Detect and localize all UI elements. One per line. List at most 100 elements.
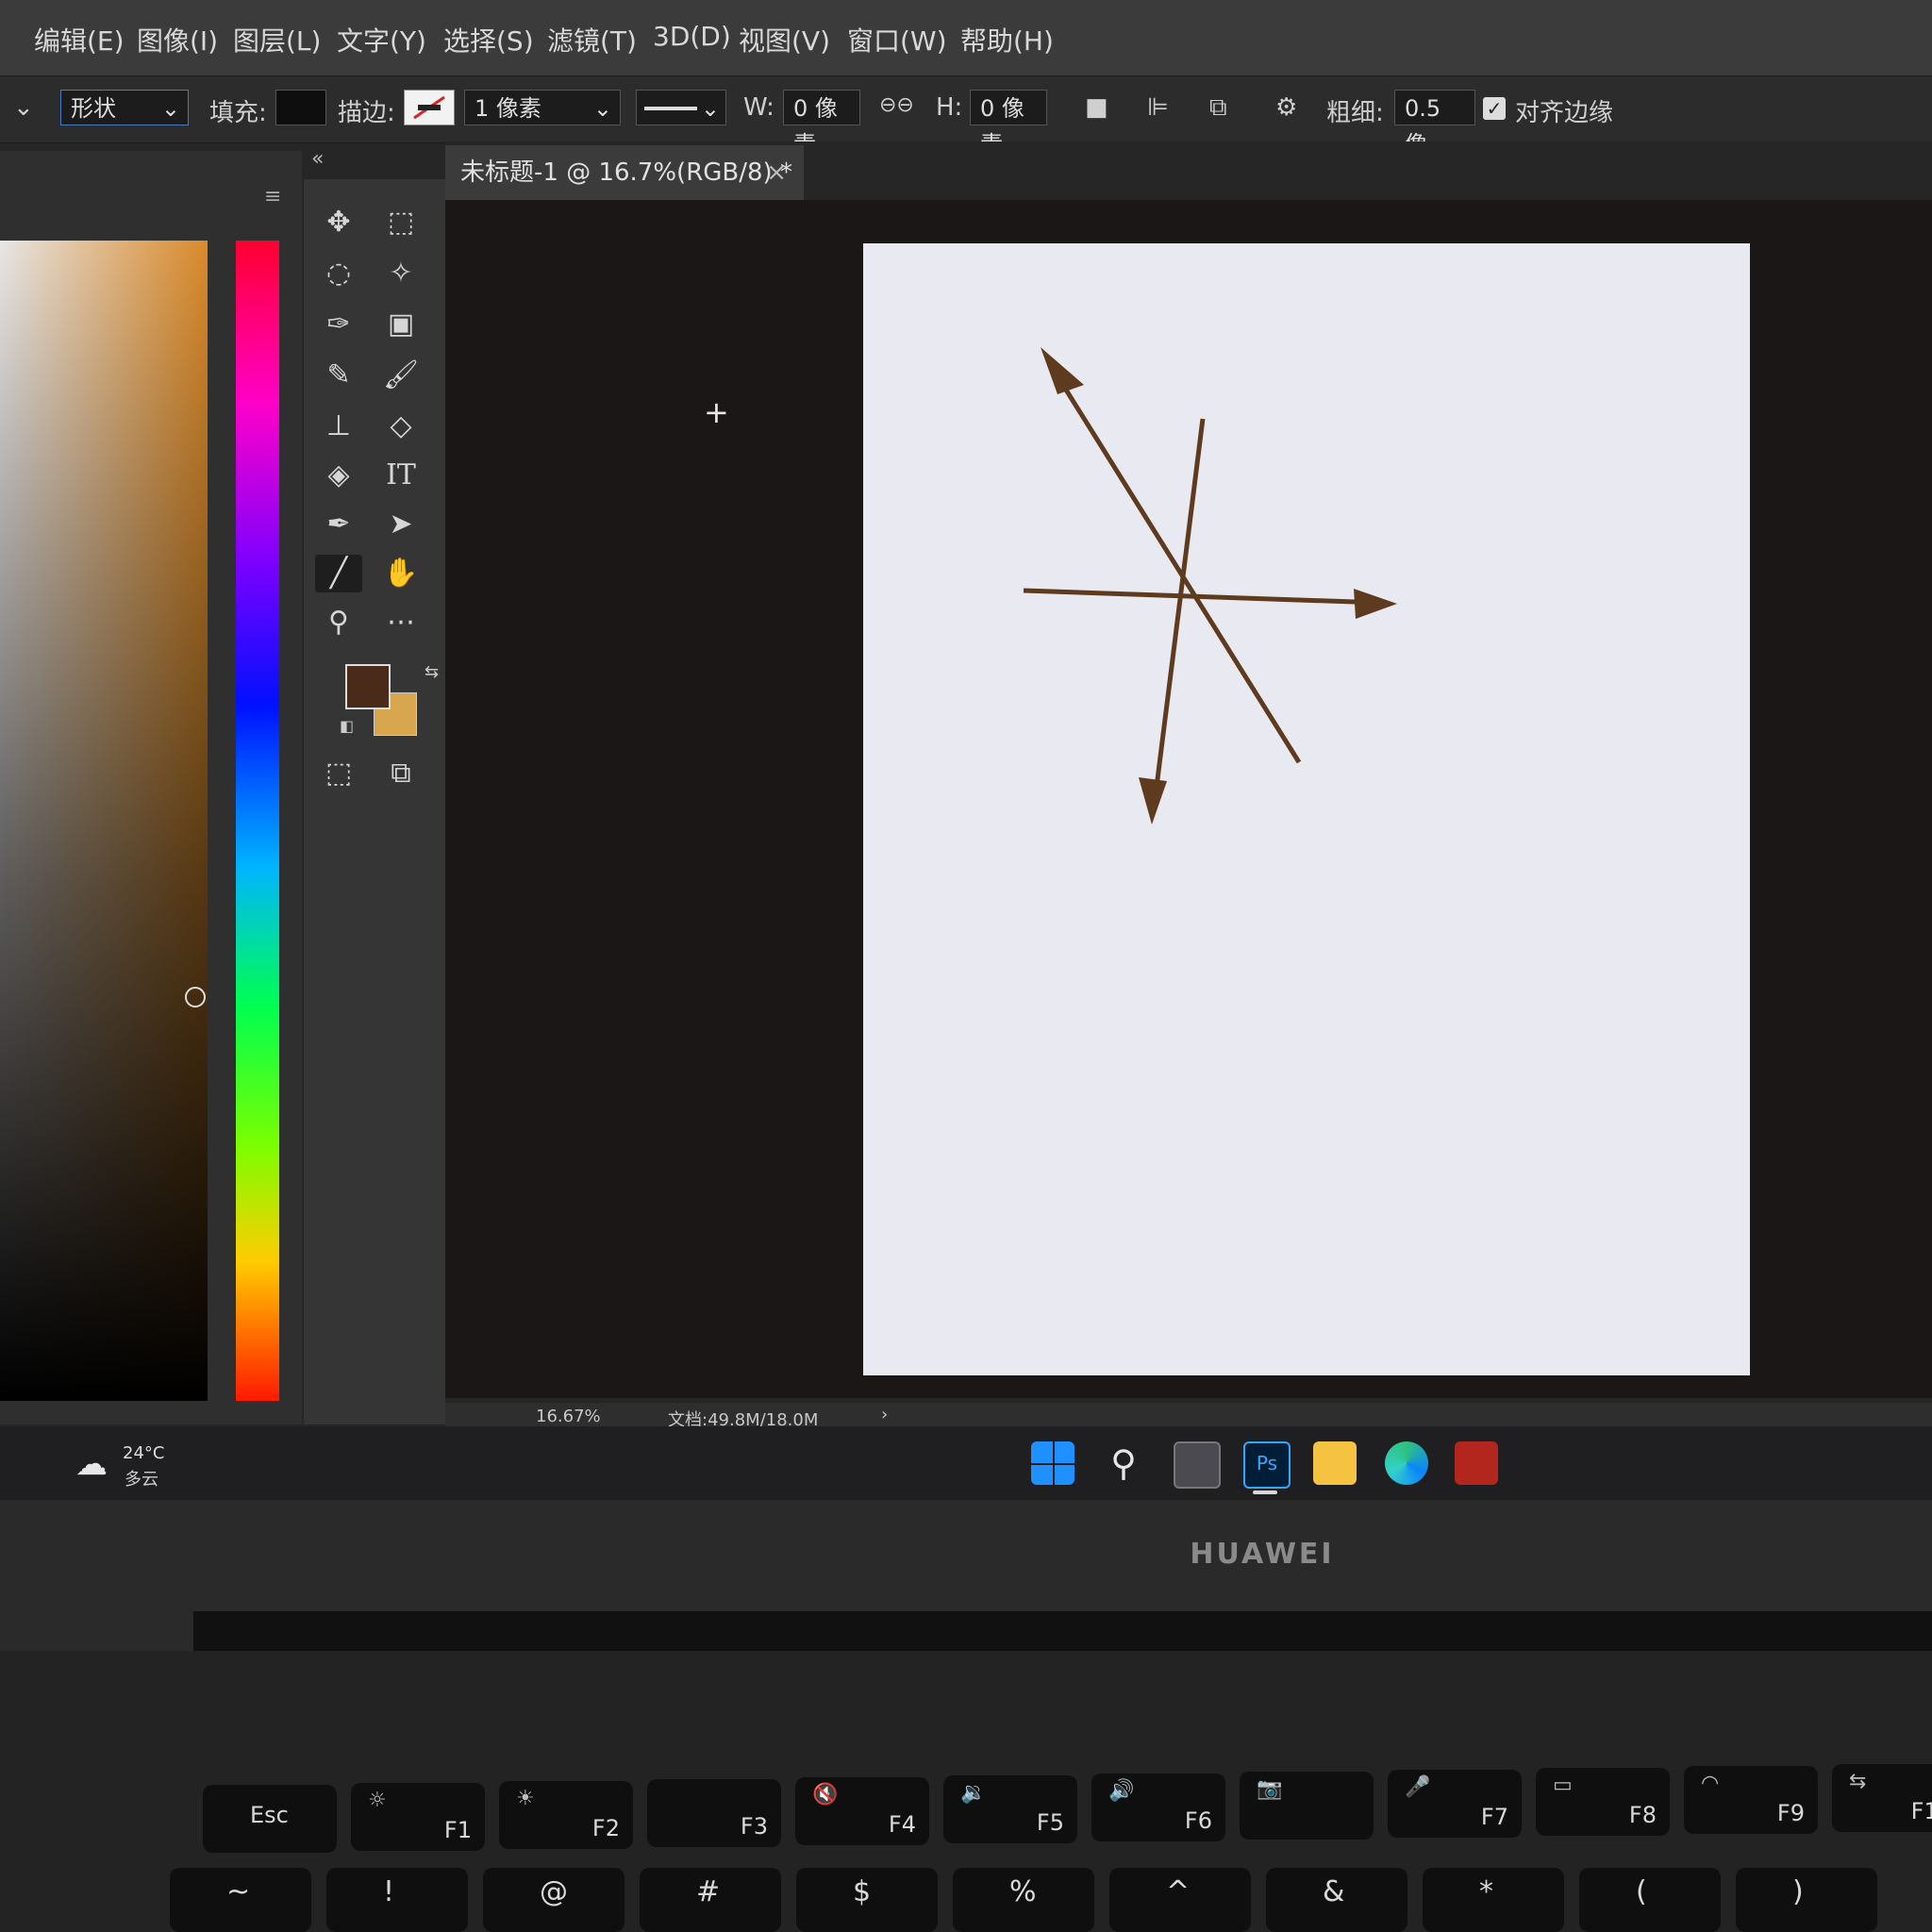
menu-window[interactable]: 窗口(W): [847, 21, 947, 58]
acrobat-icon[interactable]: [1455, 1441, 1498, 1485]
key-f3[interactable]: F3: [647, 1779, 781, 1847]
screen-mode-icon[interactable]: ⧉: [377, 755, 425, 792]
menu-3d[interactable]: 3D(D): [653, 21, 731, 52]
path-selection-icon[interactable]: ➤: [377, 506, 425, 543]
key-f9[interactable]: ◠ F9: [1684, 1766, 1818, 1834]
hue-slider[interactable]: [236, 241, 279, 1401]
document-tab[interactable]: 未标题-1 @ 16.7%(RGB/8) * ×: [445, 145, 804, 200]
lasso-tool-icon[interactable]: ◌: [315, 255, 362, 292]
document-tab-bar: 未标题-1 @ 16.7%(RGB/8) * ×: [445, 142, 1932, 200]
foreground-color-swatch[interactable]: [345, 664, 391, 709]
default-colors-icon[interactable]: ◧: [340, 717, 354, 735]
menu-filter[interactable]: 滤镜(T): [547, 21, 637, 58]
clone-stamp-icon[interactable]: ⊥: [315, 408, 362, 445]
key-f1[interactable]: ☼ F1: [351, 1783, 485, 1851]
key-label: F8: [1628, 1802, 1657, 1828]
stroke-width-input[interactable]: 1 像素 ⌄: [464, 90, 621, 125]
pen-tool-icon[interactable]: ✒: [315, 506, 362, 543]
menu-edit[interactable]: 编辑(E): [34, 21, 125, 58]
fill-swatch[interactable]: [275, 90, 326, 125]
link-icon[interactable]: ⊖⊖: [879, 93, 914, 117]
stroke-swatch[interactable]: [404, 90, 455, 125]
key-number-row[interactable]: $: [796, 1868, 938, 1932]
key-esc[interactable]: Esc: [203, 1785, 337, 1853]
key-label: F5: [1036, 1809, 1064, 1836]
menu-help[interactable]: 帮助(H): [960, 21, 1054, 58]
line-tool-icon[interactable]: ╱: [315, 555, 362, 592]
zoom-level[interactable]: 16.67%: [536, 1407, 601, 1426]
tool-mode-select[interactable]: 形状 ⌄: [60, 90, 189, 125]
key-camera[interactable]: 📷: [1240, 1772, 1374, 1840]
brush-tool-icon[interactable]: 🖌: [377, 357, 425, 394]
weight-input[interactable]: 0.5 像: [1394, 90, 1475, 158]
key-number-row[interactable]: ^: [1109, 1868, 1251, 1932]
gear-icon[interactable]: ⚙: [1275, 93, 1297, 122]
eraser-tool-icon[interactable]: ◇: [377, 408, 425, 445]
weather-desc[interactable]: 多云: [125, 1466, 158, 1491]
paint-bucket-icon[interactable]: ◈: [315, 457, 362, 494]
key-number-row[interactable]: *: [1423, 1868, 1564, 1932]
key-f8[interactable]: ▭ F8: [1536, 1768, 1670, 1836]
key-f4[interactable]: 🔇 F4: [795, 1777, 929, 1845]
align-edges-checkbox[interactable]: ✓: [1483, 97, 1506, 120]
key-icon: ⇆: [1849, 1770, 1867, 1793]
menu-select[interactable]: 选择(S): [443, 21, 534, 58]
key-number-row[interactable]: ~: [170, 1868, 311, 1932]
key-f10[interactable]: ⇆ F10: [1832, 1764, 1932, 1832]
key-number-row[interactable]: &: [1266, 1868, 1407, 1932]
height-input[interactable]: 0 像素: [970, 90, 1047, 158]
status-expand-icon[interactable]: ›: [881, 1405, 888, 1424]
path-alignment-icon[interactable]: ⊫: [1147, 93, 1169, 122]
move-tool-icon[interactable]: ✥: [315, 204, 362, 242]
width-input[interactable]: 0 像素: [783, 90, 860, 158]
menu-view[interactable]: 视图(V): [739, 21, 830, 58]
marquee-tool-icon[interactable]: ⬚: [377, 204, 425, 242]
no-stroke-icon: [413, 95, 445, 120]
key-icon: 📷: [1257, 1777, 1283, 1801]
file-explorer-icon[interactable]: [1313, 1441, 1357, 1485]
chevron-down-icon[interactable]: ⌄: [13, 93, 34, 122]
menu-image[interactable]: 图像(I): [137, 21, 218, 58]
hand-tool-icon[interactable]: ✋: [377, 555, 425, 592]
key-number-row[interactable]: %: [953, 1868, 1094, 1932]
key-label: &: [1323, 1875, 1345, 1908]
swap-colors-icon[interactable]: ⇆: [425, 662, 439, 682]
key-f7[interactable]: 🎤 F7: [1388, 1770, 1522, 1838]
key-number-row[interactable]: (: [1579, 1868, 1721, 1932]
windows-start-icon[interactable]: [1031, 1441, 1074, 1485]
close-icon[interactable]: ×: [766, 145, 787, 200]
weather-temp[interactable]: 24°C: [123, 1443, 164, 1463]
key-number-row[interactable]: @: [483, 1868, 625, 1932]
stroke-type-select[interactable]: ⌄: [636, 90, 726, 125]
color-field[interactable]: [0, 241, 208, 1401]
edge-icon[interactable]: [1385, 1441, 1428, 1485]
color-picker-cursor[interactable]: [185, 987, 206, 1008]
key-icon: 🔉: [960, 1781, 987, 1805]
key-number-row[interactable]: !: [326, 1868, 468, 1932]
magic-wand-tool-icon[interactable]: ✧: [377, 255, 425, 292]
type-tool-icon[interactable]: IT: [377, 457, 425, 494]
key-f2[interactable]: ☀ F2: [499, 1781, 633, 1849]
menu-layer[interactable]: 图层(L): [233, 21, 321, 58]
frame-tool-icon[interactable]: ▣: [377, 306, 425, 343]
key-number-row[interactable]: #: [640, 1868, 781, 1932]
document-canvas[interactable]: [863, 243, 1750, 1375]
more-tools-icon[interactable]: ⋯: [377, 604, 425, 641]
path-operations-icon[interactable]: ■: [1085, 93, 1108, 122]
photoshop-icon[interactable]: Ps: [1243, 1441, 1291, 1489]
key-number-row[interactable]: ): [1736, 1868, 1877, 1932]
eyedropper-tool-icon[interactable]: ✑: [315, 306, 362, 343]
quick-mask-icon[interactable]: ⬚: [315, 755, 362, 792]
key-f5[interactable]: 🔉 F5: [943, 1775, 1077, 1843]
search-icon[interactable]: ⚲: [1102, 1441, 1145, 1485]
panel-menu-icon[interactable]: ≡: [264, 185, 281, 208]
stroke-width-value: 1 像素: [475, 95, 541, 122]
key-f6[interactable]: 🔊 F6: [1091, 1774, 1225, 1841]
menu-type[interactable]: 文字(Y): [337, 21, 426, 58]
collapse-panel-icon[interactable]: «: [311, 147, 324, 171]
path-arrangement-icon[interactable]: ⧉: [1209, 93, 1227, 123]
task-view-icon[interactable]: [1174, 1441, 1221, 1489]
zoom-tool-icon[interactable]: ⚲: [315, 604, 362, 641]
healing-brush-icon[interactable]: ✎: [315, 357, 362, 394]
key-label: F10: [1910, 1798, 1932, 1824]
